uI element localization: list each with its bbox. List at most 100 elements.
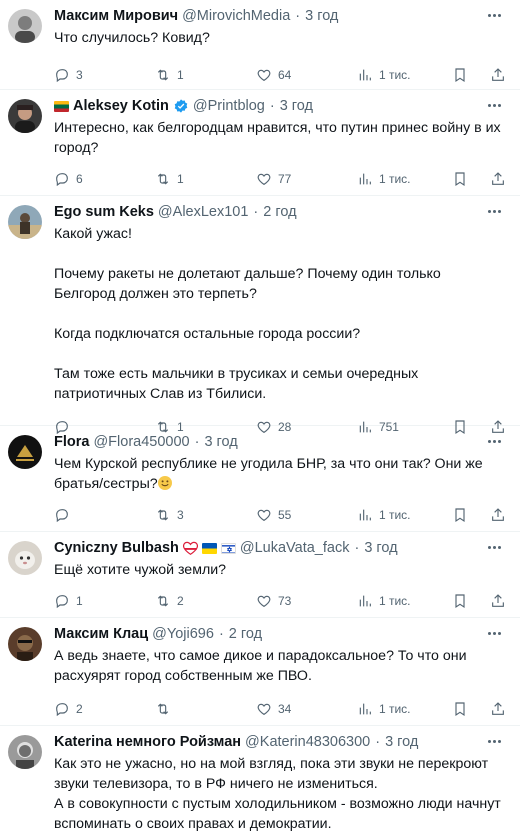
views-button[interactable]: 1 тис. [357,507,452,523]
author-name[interactable]: Ego sum Keks [54,204,154,220]
timestamp[interactable]: 2 год [229,626,262,642]
retweet-icon [157,173,169,185]
tweet-text: Как это не ужасно, но на мой взгляд, пок… [54,756,501,832]
author-handle[interactable]: @MirovichMedia [182,8,290,24]
bookmark-icon[interactable] [452,701,468,717]
like-button[interactable]: 34 [256,701,357,717]
tweet[interactable]: Максим Мирович @MirovichMedia · 3 год Чт… [0,0,520,90]
tweet[interactable]: Cyniczny Bulbash @LukaVata_fack · 3 год … [0,532,520,618]
reply-button[interactable]: 6 [54,171,155,187]
author-name[interactable]: Katerina немного Ройзман [54,734,241,750]
reply-icon [56,173,68,187]
bookmark-icon[interactable] [452,171,468,187]
timestamp[interactable]: 3 год [204,434,237,450]
avatar[interactable] [8,735,42,769]
action-bar: 3 1 64 1 тис. [54,58,506,92]
tweet[interactable]: Максим Клац @Yoji696 · 2 год А ведь знае… [0,618,520,726]
author-name[interactable]: Максим Клац [54,626,148,642]
bookmark-icon[interactable] [452,507,468,523]
avatar[interactable] [8,435,42,469]
reply-button[interactable]: 1 [54,593,155,609]
like-icon [257,595,271,608]
more-options-button[interactable] [484,734,504,748]
timestamp[interactable]: 3 год [280,98,313,114]
reply-button[interactable] [54,507,155,523]
timestamp[interactable]: 2 год [263,204,296,220]
author-handle[interactable]: @Yoji696 [152,626,214,642]
retweet-count: 1 [176,172,184,186]
retweet-icon [157,509,169,521]
retweet-button[interactable]: 3 [155,507,256,523]
like-count: 55 [277,508,292,522]
retweet-button[interactable]: 1 [155,171,256,187]
reply-count: 2 [76,702,83,716]
avatar[interactable] [8,541,42,575]
separator-dot: · [253,204,259,220]
reply-button[interactable]: 2 [54,701,155,717]
more-icon [487,13,491,17]
more-options-button[interactable] [484,540,504,554]
views-button[interactable]: 1 тис. [357,593,452,609]
author-handle[interactable]: @LukaVata_fack [240,540,350,556]
like-button[interactable]: 55 [256,507,357,523]
like-button[interactable]: 73 [256,593,357,609]
retweet-button[interactable] [155,701,256,717]
tweet-text: А ведь знаете, что самое дикое и парадок… [54,648,467,684]
tweet[interactable]: Ego sum Keks @AlexLex101 · 2 год Какой у… [0,196,520,435]
more-options-button[interactable] [484,626,504,640]
tweet[interactable]: Aleksey Kotin @Printblog · 3 год Интерес… [0,90,520,196]
more-options-button[interactable] [484,434,504,448]
share-icon[interactable] [490,701,506,717]
view-count: 1 тис. [378,702,411,716]
reply-icon [56,509,68,523]
share-icon[interactable] [490,171,506,187]
like-button[interactable]: 64 [256,67,357,83]
more-icon [487,209,491,213]
tweet-text: Что случилось? Ковид? [54,30,210,46]
author-name[interactable]: Aleksey Kotin [73,98,169,114]
tweet[interactable]: Flora @Flora450000 · 3 год Чем Курской р… [0,426,520,532]
bookmark-icon[interactable] [452,593,468,609]
retweet-button[interactable]: 1 [155,67,256,83]
author-name[interactable]: Cyniczny Bulbash [54,540,179,556]
like-button[interactable]: 77 [256,171,357,187]
share-icon[interactable] [490,67,506,83]
more-icon [487,103,491,107]
more-icon [487,439,491,443]
author-name[interactable]: Максим Мирович [54,8,178,24]
avatar[interactable] [8,205,42,239]
timestamp[interactable]: 3 год [385,734,418,750]
share-icon[interactable] [490,507,506,523]
reply-count: 6 [76,172,83,186]
more-options-button[interactable] [484,98,504,112]
more-options-button[interactable] [484,8,504,22]
avatar[interactable] [8,99,42,133]
bookmark-icon[interactable] [452,67,468,83]
separator-dot: · [218,626,224,642]
separator-dot: · [375,734,381,750]
avatar[interactable] [8,9,42,43]
reply-count: 1 [76,594,83,608]
more-options-button[interactable] [484,204,504,218]
action-bar: 6 1 77 1 тис. [54,162,506,196]
timestamp[interactable]: 3 год [305,8,338,24]
like-icon [257,509,271,522]
views-button[interactable]: 1 тис. [357,171,452,187]
views-icon [359,69,371,81]
author-name[interactable]: Flora [54,434,89,450]
author-handle[interactable]: @Katerin48306300 [245,734,370,750]
author-handle[interactable]: @AlexLex101 [158,204,249,220]
author-handle[interactable]: @Flora450000 [93,434,189,450]
lithuania-flag-icon [54,100,69,112]
tweet[interactable]: Katerina немного Ройзман @Katerin4830630… [0,726,520,840]
reply-button[interactable]: 3 [54,67,155,83]
views-button[interactable]: 1 тис. [357,701,452,717]
avatar[interactable] [8,627,42,661]
tweet-text: Чем Курской республике не угодила БНР, з… [54,454,506,494]
views-button[interactable]: 1 тис. [357,67,452,83]
share-icon[interactable] [490,593,506,609]
author-handle[interactable]: @Printblog [193,98,265,114]
retweet-button[interactable]: 2 [155,593,256,609]
separator-dot: · [295,8,301,24]
timestamp[interactable]: 3 год [364,540,397,556]
